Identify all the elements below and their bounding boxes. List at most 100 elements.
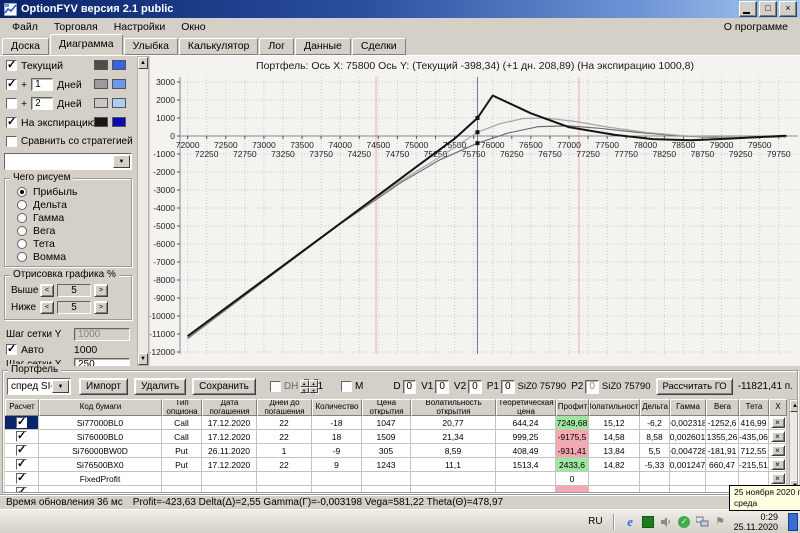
shield-check-icon[interactable]: ✓ <box>678 515 691 528</box>
radio-icon[interactable] <box>17 212 27 223</box>
delete-row-button[interactable]: × <box>770 473 785 484</box>
radio-icon[interactable] <box>17 225 27 236</box>
minimize-button[interactable] <box>739 1 757 17</box>
expiration-color-swatch-2[interactable] <box>112 117 126 127</box>
range-below-decrease-button[interactable]: < <box>40 301 54 314</box>
auto-checkbox[interactable] <box>6 342 17 355</box>
taskbar-clock[interactable]: 0:29 25.11.2020 <box>732 512 784 532</box>
grid-step-x-input[interactable]: 250 <box>74 358 130 366</box>
radio-icon[interactable] <box>17 251 27 262</box>
chevron-down-icon[interactable]: ▼ <box>52 380 69 393</box>
draw-option-Прибыль[interactable]: Прибыль <box>11 185 131 198</box>
draw-option-Тета[interactable]: Тета <box>11 237 131 250</box>
tab-Улыбка[interactable]: Улыбка <box>123 38 178 55</box>
close-button[interactable]: × <box>779 1 797 17</box>
radio-icon[interactable] <box>17 238 27 249</box>
language-indicator[interactable]: RU <box>584 516 606 527</box>
range-above-increase-button[interactable]: > <box>94 284 108 297</box>
dh-spinner-2[interactable]: 1 ▲ ▼ <box>308 379 323 394</box>
menu-trading[interactable]: Торговля <box>46 20 106 34</box>
plus2-color-swatch-1[interactable] <box>94 98 108 108</box>
portfolio-preset-dropdown[interactable]: спред SI-2 ▼ <box>7 378 71 395</box>
row-select-cell[interactable] <box>5 472 39 486</box>
delete-button[interactable]: Удалить <box>133 378 187 395</box>
delete-row-button[interactable]: × <box>770 431 785 442</box>
save-button[interactable]: Сохранить <box>192 378 256 395</box>
row-calc-checkbox[interactable] <box>16 472 27 484</box>
show-desktop-icon[interactable] <box>788 512 798 531</box>
tab-Сделки[interactable]: Сделки <box>351 38 406 55</box>
scroll-down-icon[interactable]: ▼ <box>138 353 148 365</box>
plus2-color-swatch-2[interactable] <box>112 98 126 108</box>
maximize-button[interactable]: □ <box>759 1 777 17</box>
grid-step-y-input[interactable]: 1000 <box>74 328 130 341</box>
scroll-up-icon[interactable]: ▲ <box>138 57 148 69</box>
menu-file[interactable]: Файл <box>4 20 46 34</box>
scroll-up-icon[interactable]: ▲ <box>790 400 797 412</box>
current-color-swatch-2[interactable] <box>112 60 126 70</box>
v2-input[interactable]: 0 <box>468 379 482 394</box>
tab-Калькулятор[interactable]: Калькулятор <box>178 38 259 55</box>
panel-scrollbar[interactable]: ▲ ▼ <box>137 56 149 366</box>
plus1-checkbox[interactable] <box>6 77 17 90</box>
m-checkbox[interactable] <box>340 381 352 392</box>
chevron-down-icon[interactable]: ▼ <box>113 155 130 168</box>
draw-option-Вега[interactable]: Вега <box>11 224 131 237</box>
radio-icon[interactable] <box>17 186 27 197</box>
plus1-days-input[interactable]: 1 <box>31 78 54 91</box>
tab-Лог[interactable]: Лог <box>259 38 294 55</box>
row-select-cell[interactable] <box>5 416 39 430</box>
strategy-dropdown[interactable]: ▼ <box>4 153 132 170</box>
tab-Доска[interactable]: Доска <box>2 38 49 55</box>
calculate-margin-button[interactable]: Рассчитать ГО <box>656 378 733 395</box>
radio-icon[interactable] <box>17 199 27 210</box>
row-calc-checkbox[interactable] <box>16 458 27 470</box>
tab-Данные[interactable]: Данные <box>294 38 351 55</box>
p1-input[interactable]: 0 <box>500 379 515 394</box>
table-scrollbar[interactable]: ▲ ▼ <box>789 399 797 492</box>
row-select-cell[interactable] <box>5 430 39 444</box>
menu-about[interactable]: О программе <box>716 20 796 34</box>
current-checkbox[interactable] <box>6 58 17 71</box>
delete-row-button[interactable]: × <box>770 417 785 428</box>
speaker-icon[interactable] <box>660 515 673 528</box>
expiration-color-swatch-1[interactable] <box>94 117 108 127</box>
spin-down-icon[interactable]: ▼ <box>308 386 318 393</box>
draw-option-Дельта[interactable]: Дельта <box>11 198 131 211</box>
d-input[interactable]: 0 <box>402 379 417 394</box>
menu-window[interactable]: Окно <box>173 20 213 34</box>
program-icon[interactable]: e <box>624 514 637 529</box>
row-calc-checkbox[interactable] <box>16 416 27 428</box>
current-color-swatch-1[interactable] <box>94 60 108 70</box>
p2-input[interactable]: 0 <box>585 379 599 394</box>
draw-option-Вомма[interactable]: Вомма <box>11 250 131 263</box>
import-button[interactable]: Импорт <box>79 378 128 395</box>
range-above-decrease-button[interactable]: < <box>40 284 54 297</box>
draw-option-Гамма[interactable]: Гамма <box>11 211 131 224</box>
plus2-checkbox[interactable] <box>6 98 17 109</box>
range-below-increase-button[interactable]: > <box>94 301 108 314</box>
menu-settings[interactable]: Настройки <box>106 20 174 34</box>
delete-row-button[interactable]: × <box>770 459 785 470</box>
flag-icon[interactable]: ⚑ <box>714 515 727 528</box>
green-square-icon[interactable] <box>642 515 655 528</box>
v1-input[interactable]: 0 <box>435 379 449 394</box>
cell <box>39 486 162 492</box>
row-select-cell[interactable] <box>5 444 39 458</box>
tab-Диаграмма[interactable]: Диаграмма <box>49 34 123 55</box>
compare-strategy-checkbox[interactable] <box>6 136 17 147</box>
row-select-cell[interactable] <box>5 458 39 472</box>
row-calc-checkbox[interactable] <box>16 486 27 492</box>
delete-row-button[interactable]: × <box>770 445 785 456</box>
row-calc-checkbox[interactable] <box>16 430 27 442</box>
network-icon[interactable] <box>695 515 709 528</box>
plus1-color-swatch-1[interactable] <box>94 79 108 89</box>
row-select-cell[interactable] <box>5 486 39 492</box>
spin-down-icon[interactable]: ▼ <box>299 386 309 393</box>
row-calc-checkbox[interactable] <box>16 444 27 456</box>
expiration-checkbox[interactable] <box>6 115 17 128</box>
plus2-days-input[interactable]: 2 <box>31 97 54 110</box>
plus1-color-swatch-2[interactable] <box>112 79 126 89</box>
cell: 13,84 <box>589 444 640 458</box>
dh-checkbox[interactable] <box>269 381 281 392</box>
